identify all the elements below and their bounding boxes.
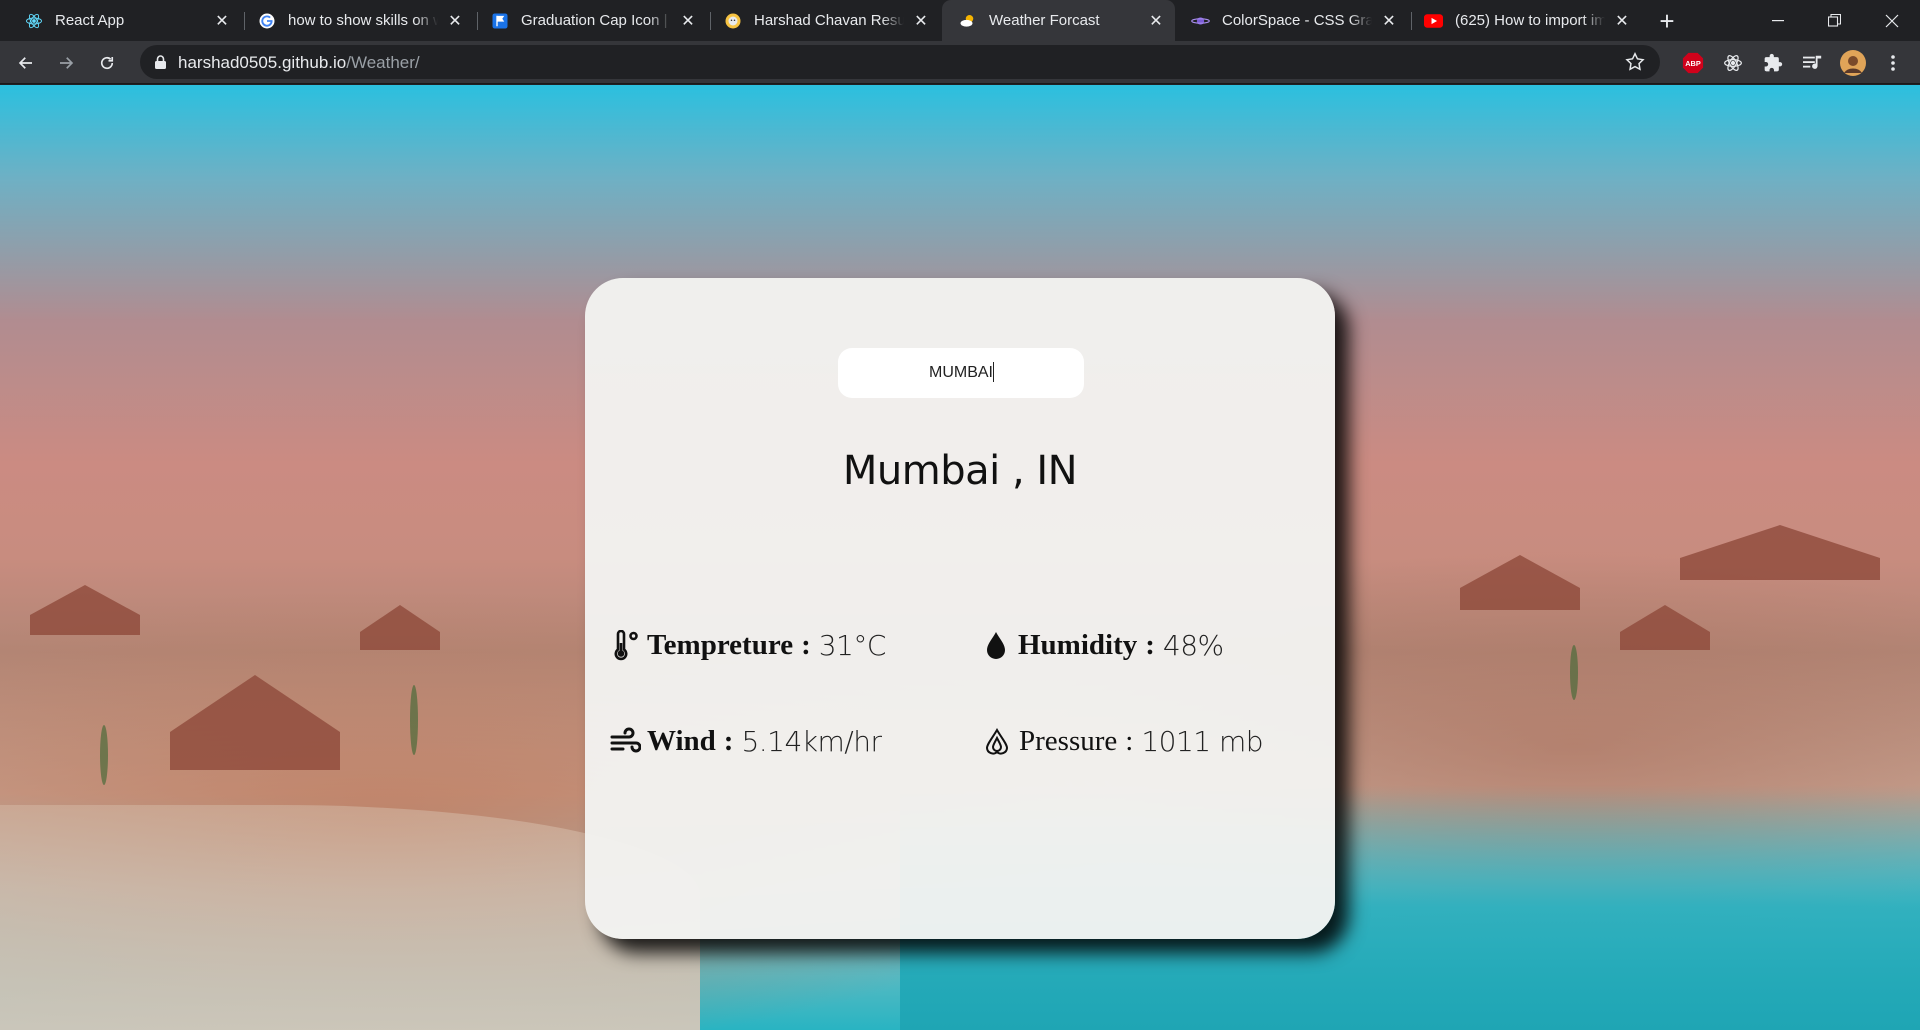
- pressure-separator: :: [1125, 725, 1134, 757]
- url-host: harshad0505.github.io: [178, 53, 347, 72]
- tab-title: how to show skills on w: [288, 12, 438, 29]
- close-tab-icon[interactable]: ✕: [912, 12, 930, 30]
- smiley-icon: [723, 11, 742, 30]
- browser-tab-strip: React App ✕ how to show skills on w ✕ Gr…: [0, 0, 1920, 41]
- thermometer-icon: [609, 629, 641, 662]
- temperature-stat: Tempreture : 31°C: [609, 629, 886, 662]
- svg-text:ABP: ABP: [1685, 59, 1701, 68]
- tab-title: Harshad Chavan Resum: [754, 12, 904, 29]
- tab-resume[interactable]: Harshad Chavan Resum ✕: [707, 0, 940, 41]
- pressure-value: 1011 mb: [1141, 725, 1264, 758]
- background-hut: [1620, 605, 1710, 650]
- background-palm: [410, 685, 418, 755]
- background-hut: [1680, 525, 1880, 580]
- browser-toolbar: harshad0505.github.io/Weather/ ABP: [0, 41, 1920, 84]
- background-hut: [360, 605, 440, 650]
- bookmark-star-icon[interactable]: [1624, 51, 1646, 78]
- wind-label: Wind: [647, 725, 716, 757]
- humidity-label: Humidity: [1018, 629, 1138, 661]
- flag-icon: [490, 11, 509, 30]
- extensions-puzzle-icon[interactable]: [1760, 50, 1786, 76]
- humidity-stat: Humidity : 48%: [980, 629, 1224, 662]
- wind-separator: :: [723, 725, 734, 757]
- weather-icon: [958, 11, 977, 30]
- back-arrow-icon[interactable]: [10, 47, 42, 79]
- restore-icon[interactable]: [1806, 0, 1863, 41]
- tab-colorspace[interactable]: ColorSpace - CSS Grad ✕: [1175, 0, 1408, 41]
- close-tab-icon[interactable]: ✕: [446, 12, 464, 30]
- profile-avatar-icon[interactable]: [1840, 50, 1866, 76]
- close-tab-icon[interactable]: ✕: [213, 12, 231, 30]
- text-caret: [993, 362, 994, 382]
- water-drop-icon: [980, 630, 1012, 662]
- tab-title: Weather Forcast: [989, 12, 1100, 29]
- tab-weather-forcast[interactable]: Weather Forcast ✕: [942, 0, 1175, 41]
- location-heading: Mumbai , IN: [842, 448, 1078, 494]
- url-path: /Weather/: [346, 53, 420, 72]
- close-tab-icon[interactable]: ✕: [1613, 12, 1631, 30]
- temperature-value: 31°C: [818, 629, 887, 662]
- address-bar[interactable]: harshad0505.github.io/Weather/: [140, 45, 1660, 79]
- background-hut: [170, 675, 340, 770]
- tab-title: (625) How to import im: [1455, 12, 1605, 29]
- tab-google-search[interactable]: how to show skills on w ✕: [241, 0, 474, 41]
- new-tab-button[interactable]: +: [1652, 6, 1682, 36]
- close-tab-icon[interactable]: ✕: [679, 12, 697, 30]
- wind-icon: [609, 726, 641, 758]
- background-palm: [100, 725, 108, 785]
- google-icon: [257, 11, 276, 30]
- wind-stat: Wind : 5.14km/hr: [609, 725, 882, 758]
- page-background: Mumbai , IN Tempreture : 31°C Humidity :…: [0, 85, 1920, 1030]
- background-palm: [1570, 645, 1578, 700]
- background-hut: [30, 585, 140, 635]
- more-menu-icon[interactable]: [1880, 50, 1906, 76]
- pressure-icon: [981, 726, 1013, 758]
- youtube-icon: [1424, 11, 1443, 30]
- reload-icon[interactable]: [91, 47, 123, 79]
- tab-title: Graduation Cap Icon | F: [521, 12, 671, 29]
- adblock-icon[interactable]: ABP: [1680, 50, 1706, 76]
- url-text[interactable]: harshad0505.github.io/Weather/: [178, 53, 420, 73]
- close-window-icon[interactable]: [1863, 0, 1920, 41]
- weather-card: Mumbai , IN Tempreture : 31°C Humidity :…: [585, 278, 1335, 939]
- temperature-separator: :: [801, 629, 811, 661]
- tab-title: ColorSpace - CSS Grad: [1222, 12, 1372, 29]
- tab-youtube[interactable]: (625) How to import im ✕: [1408, 0, 1641, 41]
- forward-arrow-icon[interactable]: [50, 47, 82, 79]
- react-devtools-icon[interactable]: [1720, 50, 1746, 76]
- media-queue-icon[interactable]: [1800, 50, 1826, 76]
- humidity-separator: :: [1145, 629, 1155, 661]
- temperature-label: Tempreture: [647, 629, 794, 661]
- react-icon: [24, 11, 43, 30]
- tab-graduation-cap[interactable]: Graduation Cap Icon | F ✕: [474, 0, 707, 41]
- close-tab-icon[interactable]: ✕: [1380, 12, 1398, 30]
- pressure-label: Pressure: [1019, 725, 1118, 757]
- tab-title: React App: [55, 12, 125, 29]
- tab-react-app[interactable]: React App ✕: [8, 0, 241, 41]
- city-search-input[interactable]: [838, 348, 1084, 398]
- pressure-stat: Pressure : 1011 mb: [981, 725, 1264, 758]
- close-tab-icon[interactable]: ✕: [1147, 12, 1165, 30]
- wind-value: 5.14km/hr: [741, 725, 882, 758]
- background-hut: [1460, 555, 1580, 610]
- planet-icon: [1191, 11, 1210, 30]
- lock-icon[interactable]: [155, 55, 166, 74]
- minimize-icon[interactable]: [1749, 0, 1806, 41]
- humidity-value: 48%: [1162, 629, 1224, 662]
